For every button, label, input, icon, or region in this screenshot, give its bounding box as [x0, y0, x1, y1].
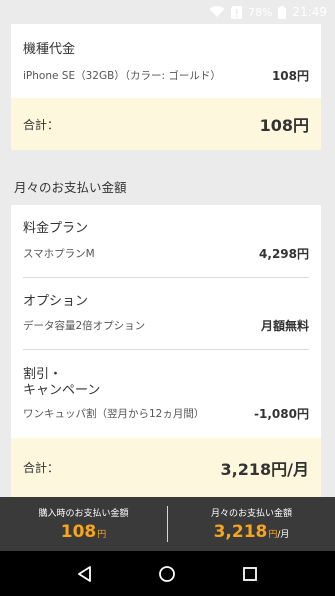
- payment-summary-bar: 購入時のお支払い金額 108 円 月々のお支払い金額 3,218 円 /月: [0, 497, 335, 551]
- monthly-amount: 3,218: [213, 522, 268, 542]
- device-card-title: 機種代金: [23, 42, 76, 57]
- monthly-total-value: 3,218円/月: [220, 459, 309, 479]
- option-name: データ容量2倍オプション: [23, 320, 146, 332]
- monthly-summary: 月々のお支払い金額 3,218 円 /月: [168, 506, 335, 542]
- device-price-card: 機種代金 iPhone SE（32GB）（カラー: ゴールド） 108円 合計：…: [11, 24, 321, 150]
- discount-title-line2: キャンペーン: [23, 383, 101, 398]
- home-icon[interactable]: [147, 554, 187, 594]
- discount-price: -1,080円: [254, 407, 309, 421]
- plan-title: 料金プラン: [23, 221, 89, 236]
- monthly-summary-label: 月々のお支払い金額: [210, 509, 292, 519]
- monthly-amount-row: 3,218 円 /月: [214, 522, 290, 542]
- recents-icon[interactable]: [230, 554, 270, 594]
- plan-name: スマホプランM: [23, 248, 95, 260]
- plan-price: 4,298円: [259, 247, 309, 261]
- plan-row: スマホプランM 4,298円: [23, 245, 309, 262]
- divider: [23, 277, 309, 278]
- device-item-price: 108円: [271, 69, 309, 83]
- monthly-section-title: 月々のお支払い金額: [14, 180, 127, 195]
- purchase-summary-label: 購入時のお支払い金額: [38, 509, 129, 519]
- device-total-value: 108円: [259, 116, 309, 135]
- device-total-row: 合計： 108円: [11, 98, 321, 150]
- monthly-total-row: 合計： 3,218円/月: [11, 438, 321, 497]
- purchase-amount: 108: [60, 522, 97, 542]
- monthly-unit: 円: [268, 530, 278, 540]
- device-item-desc: iPhone SE（32GB）（カラー: ゴールド）: [23, 70, 221, 82]
- purchase-summary: 購入時のお支払い金額 108 円: [0, 506, 167, 542]
- back-icon[interactable]: [65, 554, 105, 594]
- option-price: 月額無料: [260, 319, 309, 333]
- device-item-row: iPhone SE（32GB）（カラー: ゴールド） 108円: [23, 67, 309, 84]
- monthly-per: /月: [277, 530, 290, 540]
- sim-alert-icon: [230, 5, 242, 19]
- navigation-bar: [0, 551, 335, 596]
- screen: 78% 21:49 機種代金 iPhone SE（32GB）（カラー: ゴールド…: [0, 0, 335, 596]
- monthly-price-card: 料金プラン スマホプランM 4,298円 オプション データ容量2倍オプション …: [11, 205, 321, 497]
- clock: 21:49: [292, 5, 327, 19]
- purchase-amount-row: 108 円: [61, 522, 107, 542]
- option-title: オプション: [23, 294, 89, 309]
- divider: [23, 349, 309, 350]
- device-total-label: 合計：: [23, 117, 60, 132]
- summary-divider: [167, 506, 168, 542]
- monthly-total-label: 合計：: [23, 461, 60, 475]
- battery-icon: [278, 5, 287, 19]
- wifi-icon: [209, 6, 225, 18]
- battery-percent: 78%: [247, 5, 273, 19]
- option-row: データ容量2倍オプション 月額無料: [23, 317, 309, 334]
- discount-row: ワンキュッパ割（翌月から12ヵ月間） -1,080円: [23, 405, 309, 422]
- purchase-unit: 円: [97, 530, 107, 540]
- discount-name: ワンキュッパ割（翌月から12ヵ月間）: [23, 408, 205, 420]
- status-bar: 78% 21:49: [0, 0, 335, 24]
